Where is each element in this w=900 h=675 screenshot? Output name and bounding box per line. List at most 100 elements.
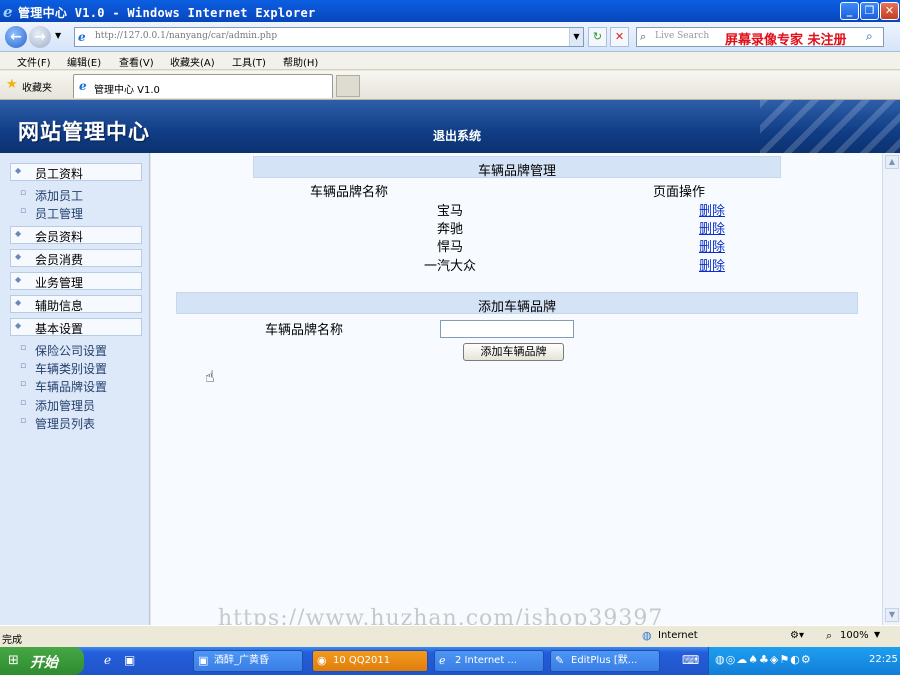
task-button-editplus[interactable]: ✎ EditPlus [默...: [550, 650, 660, 672]
close-button[interactable]: ✕: [880, 2, 899, 20]
menu-tools[interactable]: 工具(T): [232, 54, 266, 69]
stop-button[interactable]: ✕: [610, 27, 629, 47]
favorites-star-icon[interactable]: ★: [6, 77, 18, 92]
sidebar-item-add-admin[interactable]: ▫ 添加管理员: [20, 396, 144, 413]
add-brand-panel-header: 添加车辆品牌: [176, 292, 858, 315]
bullet-icon: ◆: [15, 298, 22, 307]
brand-name-cell: 悍马: [436, 240, 463, 255]
main-content: 车辆品牌管理 车辆品牌名称 页面操作 宝马 删除 奔驰 删除 悍马 删除 一汽大…: [151, 153, 882, 625]
new-tab-button[interactable]: [336, 75, 360, 97]
task-button-internet[interactable]: ℯ 2 Internet ...: [434, 650, 544, 672]
windows-flag-icon: ⊞: [8, 653, 19, 668]
sidebar-cat-business[interactable]: ◆ 业务管理: [10, 272, 142, 290]
panel-title: 车辆品牌管理: [477, 164, 556, 179]
minimize-button[interactable]: _: [840, 2, 859, 20]
quicklaunch-ie-icon[interactable]: ℯ: [104, 653, 111, 667]
brand-name-input[interactable]: [440, 320, 574, 338]
search-go-icon[interactable]: ⌕: [866, 29, 873, 44]
favorites-label[interactable]: 收藏夹: [22, 79, 52, 94]
search-placeholder: Live Search: [655, 31, 710, 41]
add-field-label: 车辆品牌名称: [265, 323, 344, 338]
browser-tab[interactable]: e 管理中心 V1.0: [73, 74, 333, 98]
sidebar-item-admin-list[interactable]: ▫ 管理员列表: [20, 414, 144, 431]
sidebar: ◆ 员工资料 ▫ 添加员工 ▫ 员工管理 ◆ 会员资料 ◆ 会员消费 ◆ 业务管…: [0, 153, 150, 625]
sidebar-item-manage-staff[interactable]: ▫ 员工管理: [20, 204, 144, 221]
sidebar-cat-label: 员工资料: [35, 167, 84, 181]
sidebar-item-label: 添加管理员: [35, 399, 96, 413]
start-button[interactable]: ⊞ 开始: [0, 647, 84, 675]
bullet-icon: ▫: [20, 343, 27, 353]
menu-favorites[interactable]: 收藏夹(A): [170, 54, 215, 69]
zone-text: Internet: [658, 630, 698, 641]
sidebar-cat-staff[interactable]: ◆ 员工资料: [10, 163, 142, 181]
keyboard-icon[interactable]: ⌨: [682, 653, 699, 667]
menu-file[interactable]: 文件(F): [17, 54, 51, 69]
menu-bar: 文件(F) 编辑(E) 查看(V) 收藏夹(A) 工具(T) 帮助(H): [0, 52, 900, 70]
brand-name-cell: 宝马: [436, 204, 463, 219]
delete-link[interactable]: 删除: [699, 218, 725, 237]
back-button[interactable]: ←: [5, 26, 27, 48]
tab-page-icon: e: [79, 79, 87, 93]
tray-icons[interactable]: ◍◎☁♠♣◈⚑◐⚙: [715, 653, 812, 666]
window-title: 管理中心 V1.0 - Windows Internet Explorer: [18, 6, 316, 20]
search-box[interactable]: ⌕ Live Search 屏幕录像专家 未注册: [636, 27, 884, 48]
task-button-music[interactable]: ▣ 酒醉_广黄昏: [193, 650, 303, 672]
sidebar-cat-label: 会员资料: [35, 230, 84, 244]
zoom-icon[interactable]: ⌕: [826, 629, 832, 643]
bullet-icon: ▫: [20, 398, 27, 408]
bullet-icon: ▫: [20, 416, 27, 426]
add-brand-button[interactable]: 添加车辆品牌: [463, 343, 564, 361]
sidebar-item-vehicle-type[interactable]: ▫ 车辆类别设置: [20, 359, 144, 376]
sidebar-item-label: 车辆品牌设置: [35, 380, 108, 394]
logout-link[interactable]: 退出系统: [433, 127, 481, 144]
ie-logo-icon: e: [3, 3, 13, 21]
vertical-scrollbar[interactable]: ▲ ▼: [882, 153, 900, 625]
address-field[interactable]: e http://127.0.0.1/nanyang/car/admin.php…: [74, 27, 584, 47]
sidebar-cat-basic[interactable]: ◆ 基本设置: [10, 318, 142, 336]
quicklaunch-folder-icon[interactable]: ▣: [124, 653, 135, 667]
forward-button[interactable]: →: [29, 26, 51, 48]
delete-link[interactable]: 删除: [699, 200, 725, 219]
zoom-dropdown-icon[interactable]: ▼: [874, 630, 880, 639]
taskbar: ⊞ 开始 ℯ ▣ ▣ 酒醉_广黄昏 ◉ 10 QQ2011 ℯ 2 Intern…: [0, 647, 900, 675]
bullet-icon: ▫: [20, 361, 27, 371]
status-bar: 完成 ◍ Internet ⚙▾ ⌕ 100% ▼: [0, 625, 900, 647]
history-dropdown-icon[interactable]: ▼: [55, 31, 61, 40]
protected-mode-icon[interactable]: ⚙▾: [790, 630, 804, 641]
refresh-button[interactable]: ↻: [588, 27, 607, 47]
sidebar-cat-member[interactable]: ◆ 会员资料: [10, 226, 142, 244]
brand-name-cell: 一汽大众: [423, 259, 476, 274]
bullet-icon: ◆: [15, 321, 22, 330]
globe-icon: ◍: [642, 629, 652, 642]
bullet-icon: ◆: [15, 252, 22, 261]
sidebar-cat-aux[interactable]: ◆ 辅助信息: [10, 295, 142, 313]
zoom-level[interactable]: 100%: [840, 630, 869, 641]
task-button-qq[interactable]: ◉ 10 QQ2011: [312, 650, 428, 672]
qq-icon: ◉: [317, 654, 327, 667]
bullet-icon: ▫: [20, 206, 27, 216]
menu-edit[interactable]: 编辑(E): [67, 54, 101, 69]
sidebar-item-add-staff[interactable]: ▫ 添加员工: [20, 186, 144, 203]
address-dropdown-icon[interactable]: ▼: [569, 28, 583, 46]
delete-link[interactable]: 删除: [699, 255, 725, 274]
clock: 22:25: [869, 654, 898, 665]
menu-view[interactable]: 查看(V): [119, 54, 154, 69]
sidebar-item-insurance[interactable]: ▫ 保险公司设置: [20, 341, 144, 358]
delete-link[interactable]: 删除: [699, 236, 725, 255]
live-search-icon: ⌕: [640, 30, 647, 43]
sidebar-item-vehicle-brand[interactable]: ▫ 车辆品牌设置: [20, 377, 144, 394]
menu-help[interactable]: 帮助(H): [283, 54, 318, 69]
scroll-up-icon[interactable]: ▲: [885, 155, 899, 169]
bullet-icon: ◆: [15, 229, 22, 238]
system-tray: ◍◎☁♠♣◈⚑◐⚙ 22:25: [708, 647, 900, 675]
maximize-button[interactable]: ❐: [860, 2, 879, 20]
bullet-icon: ▫: [20, 188, 27, 198]
window-title-bar: e 管理中心 V1.0 - Windows Internet Explorer …: [0, 0, 900, 22]
brand-name-cell: 奔驰: [436, 222, 463, 237]
sidebar-cat-member-spend[interactable]: ◆ 会员消费: [10, 249, 142, 267]
recorder-watermark: 屏幕录像专家 未注册: [725, 33, 847, 48]
task-label: 酒醉_广黄昏: [214, 655, 269, 666]
column-header-brand-name: 车辆品牌名称: [310, 185, 389, 200]
folder-icon: ▣: [198, 654, 209, 667]
scroll-down-icon[interactable]: ▼: [885, 608, 899, 622]
